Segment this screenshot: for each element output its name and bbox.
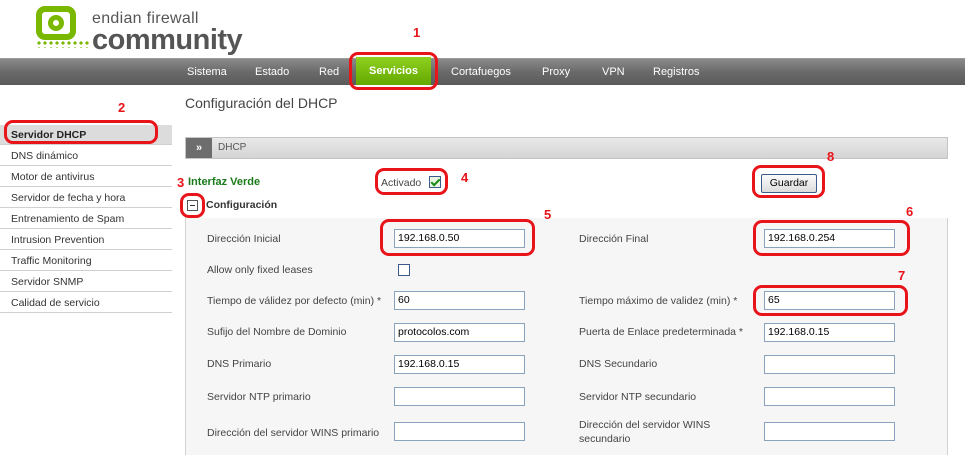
annotation-box-max-lease (753, 285, 908, 316)
sidebar-item-calidad[interactable]: Calidad de servicio (0, 293, 172, 313)
dns-primary-label: DNS Primario (207, 358, 272, 370)
annotation-number-7: 7 (898, 268, 906, 283)
domain-suffix-input[interactable]: protocolos.com (394, 323, 525, 342)
annotation-box-servidor-dhcp (4, 120, 158, 144)
main-nav-bar: Sistema Estado Red Servicios Cortafuegos… (0, 57, 965, 85)
dns-secondary-input[interactable] (764, 355, 895, 374)
wins-secondary-input[interactable] (764, 422, 895, 441)
ntp-secondary-input[interactable] (764, 387, 895, 406)
interface-green-label: Interfaz Verde (188, 176, 261, 188)
annotation-box-servicios (349, 52, 438, 90)
gateway-label: Puerta de Enlace predeterminada * (579, 326, 744, 338)
sidebar-item-traffic[interactable]: Traffic Monitoring (0, 251, 172, 271)
section-toggle-button[interactable]: » (186, 138, 212, 158)
annotation-box-end-address (753, 220, 910, 256)
wins-primary-label: Dirección del servidor WINS primario (207, 427, 380, 439)
logo-dots (36, 40, 90, 48)
sidebar-item-snmp[interactable]: Servidor SNMP (0, 272, 172, 292)
wins-secondary-label-line2: secundario (579, 433, 631, 445)
annotation-box-collapse (180, 193, 205, 218)
nav-cortafuegos[interactable]: Cortafuegos (451, 59, 511, 85)
annotation-number-1: 1 (413, 25, 421, 40)
sidebar-item-dns-dinamico[interactable]: DNS dinámico (0, 146, 172, 166)
annotation-number-6: 6 (906, 204, 914, 219)
section-title: DHCP (218, 142, 247, 153)
annotation-number-2: 2 (118, 100, 126, 115)
domain-suffix-label: Sufijo del Nombre de Dominio (207, 326, 347, 338)
endian-logo: endian firewall community (36, 4, 246, 56)
annotation-number-5: 5 (544, 207, 552, 222)
dns-secondary-label: DNS Secundario (579, 358, 658, 370)
annotation-number-4: 4 (461, 170, 469, 185)
logo-mark (36, 6, 76, 40)
nav-sistema[interactable]: Sistema (187, 59, 227, 85)
annotation-number-3: 3 (177, 175, 185, 190)
sidebar-item-intrusion[interactable]: Intrusion Prevention (0, 230, 172, 250)
config-title: Configuración (206, 199, 278, 211)
ntp-secondary-label: Servidor NTP secundario (579, 391, 697, 403)
default-lease-input[interactable]: 60 (394, 291, 525, 310)
sidebar-item-spam[interactable]: Entrenamiento de Spam (0, 209, 172, 229)
annotation-number-8: 8 (827, 149, 835, 164)
gateway-input[interactable]: 192.168.0.15 (764, 323, 895, 342)
annotation-box-activado (375, 168, 448, 195)
dns-primary-input[interactable]: 192.168.0.15 (394, 355, 525, 374)
nav-registros[interactable]: Registros (653, 59, 699, 85)
nav-estado[interactable]: Estado (255, 59, 289, 85)
ntp-primary-label: Servidor NTP primario (207, 391, 311, 403)
nav-proxy[interactable]: Proxy (542, 59, 570, 85)
max-lease-label: Tiempo máximo de validez (min) * (579, 295, 738, 307)
ntp-primary-input[interactable] (394, 387, 525, 406)
annotation-box-save (752, 165, 825, 198)
start-address-label: Dirección Inicial (207, 233, 281, 245)
fixed-leases-label: Allow only fixed leases (207, 264, 313, 276)
sidebar-item-antivirus[interactable]: Motor de antivirus (0, 167, 172, 187)
fixed-leases-checkbox[interactable] (398, 264, 410, 276)
logo-text-line2: community (92, 24, 243, 56)
default-lease-label: Tiempo de válidez por defecto (min) * (207, 295, 382, 307)
end-address-label: Dirección Final (579, 233, 649, 245)
nav-vpn[interactable]: VPN (602, 59, 625, 85)
sidebar-item-fecha-hora[interactable]: Servidor de fecha y hora (0, 188, 172, 208)
annotation-box-start-address (380, 219, 535, 256)
nav-red[interactable]: Red (319, 59, 339, 85)
wins-primary-input[interactable] (394, 422, 525, 441)
wins-secondary-label-line1: Dirección del servidor WINS (579, 419, 711, 431)
page-title: Configuración del DHCP (185, 95, 338, 111)
